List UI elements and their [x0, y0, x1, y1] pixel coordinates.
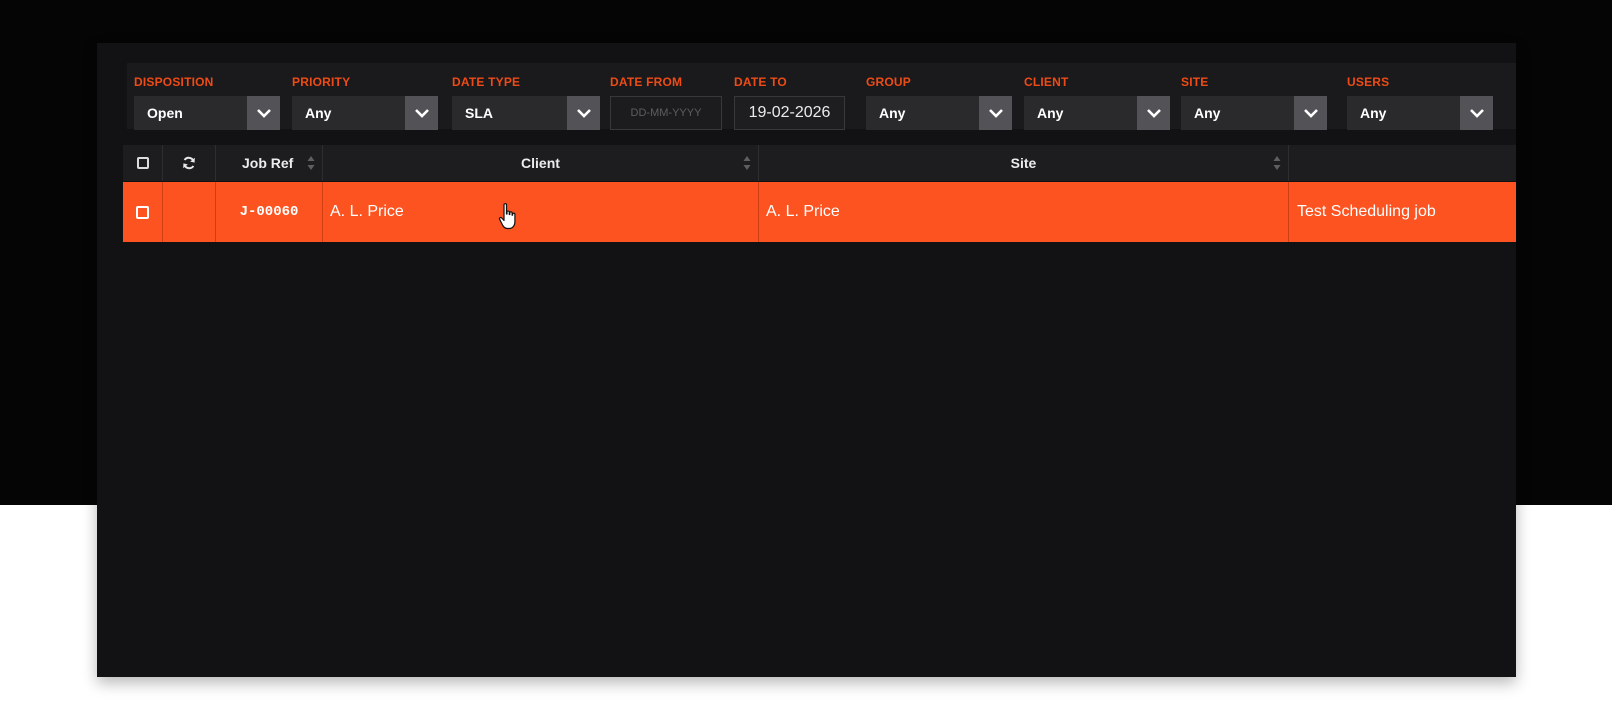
- group-select[interactable]: Any: [866, 96, 1012, 130]
- sort-icon[interactable]: [743, 154, 751, 172]
- users-select[interactable]: Any: [1347, 96, 1493, 130]
- filter-label-date-type: DATE TYPE: [452, 75, 521, 89]
- disposition-select[interactable]: Open: [134, 96, 280, 130]
- column-header-site[interactable]: Site: [759, 145, 1289, 181]
- chevron-down-icon[interactable]: [979, 96, 1012, 130]
- column-header-description[interactable]: [1289, 145, 1516, 181]
- column-header-client[interactable]: Client: [323, 145, 759, 181]
- hand-pointer-icon: [498, 203, 516, 230]
- client-value: Any: [1037, 105, 1064, 121]
- filter-date-from: DATE FROM: [603, 63, 727, 130]
- chevron-down-icon[interactable]: [247, 96, 280, 130]
- filter-label-group: GROUP: [866, 75, 912, 89]
- filter-group: GROUP Any: [859, 63, 1017, 130]
- column-header-site-label: Site: [1010, 155, 1037, 171]
- filter-disposition: DISPOSITION Open: [127, 63, 285, 130]
- site-select[interactable]: Any: [1181, 96, 1327, 130]
- filter-site: SITE Any: [1174, 63, 1340, 130]
- site-value: Any: [1194, 105, 1221, 121]
- disposition-value: Open: [147, 105, 183, 121]
- date-type-value: SLA: [465, 105, 493, 121]
- filter-client: CLIENT Any: [1017, 63, 1175, 130]
- date-to-input[interactable]: [734, 96, 845, 130]
- refresh-icon[interactable]: [182, 156, 196, 170]
- client-select[interactable]: Any: [1024, 96, 1170, 130]
- column-header-client-label: Client: [521, 155, 560, 171]
- priority-select[interactable]: Any: [292, 96, 438, 130]
- filter-label-users: USERS: [1347, 75, 1390, 89]
- users-value: Any: [1360, 105, 1387, 121]
- site-cell[interactable]: A. L. Price: [759, 182, 1289, 242]
- filter-label-priority: PRIORITY: [292, 75, 351, 89]
- filter-label-date-to: DATE TO: [734, 75, 787, 89]
- checkbox-icon[interactable]: [136, 157, 149, 169]
- filter-priority: PRIORITY Any: [285, 63, 445, 130]
- date-type-select[interactable]: SLA: [452, 96, 600, 130]
- filter-label-client: CLIENT: [1024, 75, 1069, 89]
- column-header-job-ref-label: Job Ref: [242, 155, 294, 171]
- row-refresh-cell: [163, 182, 216, 242]
- refresh-cell[interactable]: [163, 145, 216, 181]
- filter-date-to: DATE TO: [727, 63, 859, 130]
- sort-icon[interactable]: [307, 154, 315, 172]
- group-value: Any: [879, 105, 906, 121]
- column-header-job-ref[interactable]: Job Ref: [216, 145, 323, 181]
- filter-bar: DISPOSITION Open PRIORITY Any DATE TYPE …: [127, 63, 1516, 130]
- job-ref-cell[interactable]: J-00060: [216, 182, 323, 242]
- filter-date-type: DATE TYPE SLA: [445, 63, 603, 130]
- chevron-down-icon[interactable]: [1460, 96, 1493, 130]
- client-cell[interactable]: A. L. Price: [323, 182, 759, 242]
- chevron-down-icon[interactable]: [567, 96, 600, 130]
- filter-label-disposition: DISPOSITION: [134, 75, 214, 89]
- row-select-cell[interactable]: [123, 182, 163, 242]
- description-cell[interactable]: Test Scheduling job: [1289, 182, 1516, 242]
- filter-label-date-from: DATE FROM: [610, 75, 683, 89]
- chevron-down-icon[interactable]: [1137, 96, 1170, 130]
- filter-users: USERS Any: [1340, 63, 1500, 130]
- table-row[interactable]: J-00060 A. L. Price A. L. Price Test Sch…: [123, 182, 1516, 242]
- filter-label-site: SITE: [1181, 75, 1209, 89]
- grid-header: Job Ref Client Site: [123, 145, 1516, 181]
- chevron-down-icon[interactable]: [405, 96, 438, 130]
- jobs-panel: DISPOSITION Open PRIORITY Any DATE TYPE …: [97, 43, 1516, 677]
- sort-icon[interactable]: [1273, 154, 1281, 172]
- select-all-cell[interactable]: [123, 145, 163, 181]
- priority-value: Any: [305, 105, 332, 121]
- date-from-input[interactable]: [610, 96, 722, 130]
- chevron-down-icon[interactable]: [1294, 96, 1327, 130]
- checkbox-icon[interactable]: [136, 205, 149, 219]
